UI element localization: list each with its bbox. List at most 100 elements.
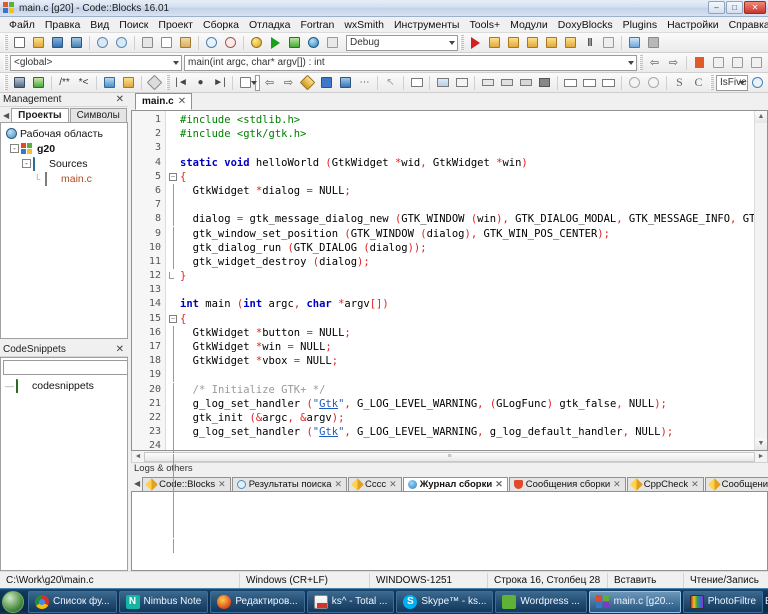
close-icon[interactable]: ✕ <box>389 479 397 490</box>
toggle-bookmark-icon[interactable] <box>691 54 708 71</box>
scroll-up-icon[interactable]: ▲ <box>755 111 767 123</box>
debug-step-out-icon[interactable] <box>543 34 560 51</box>
menu-file[interactable]: Файл <box>4 18 40 32</box>
expander-icon[interactable]: - <box>10 144 19 153</box>
taskbar-item-wordpress[interactable]: Wordpress ... <box>495 590 587 613</box>
build-target-combo[interactable]: Debug <box>346 34 458 51</box>
debug-step-into-icon[interactable] <box>524 34 541 51</box>
maximize-button[interactable]: □ <box>726 1 743 14</box>
close-icon[interactable]: ✕ <box>335 479 343 490</box>
wx-dialog-icon[interactable] <box>434 74 451 91</box>
fold-marker[interactable]: − <box>166 170 180 184</box>
tab-symbols[interactable]: Символы <box>69 108 127 122</box>
scroll-down-icon[interactable]: ▼ <box>755 438 767 450</box>
menu-doxyblocks[interactable]: DoxyBlocks <box>553 18 618 32</box>
save-all-icon[interactable] <box>68 34 85 51</box>
log-tab-prev-icon[interactable]: ◀ <box>133 479 142 491</box>
close-icon[interactable]: ✕ <box>116 94 124 105</box>
cut-icon[interactable] <box>139 34 156 51</box>
back-arrow-icon[interactable]: ⇦ <box>261 74 278 91</box>
tree-item-mainc[interactable]: └ main.c <box>4 171 127 186</box>
various-info-icon[interactable] <box>645 34 662 51</box>
close-icon[interactable]: ✕ <box>691 479 699 490</box>
minimize-button[interactable]: – <box>708 1 725 14</box>
save-icon[interactable] <box>49 34 66 51</box>
highlight-icon[interactable] <box>299 74 316 91</box>
logs-output-area[interactable] <box>131 492 768 571</box>
new-file-icon[interactable] <box>11 34 28 51</box>
editor-horizontal-scrollbar[interactable]: ◄ ≡ ► <box>131 451 768 463</box>
copy-icon[interactable] <box>158 34 175 51</box>
tree-item-workspace[interactable]: Рабочая область <box>4 126 127 141</box>
toolbar-grip[interactable] <box>4 35 8 50</box>
menu-toolsplus[interactable]: Tools+ <box>464 18 505 32</box>
next-bookmark-icon[interactable] <box>729 54 746 71</box>
taskbar-item-nimbus[interactable]: N Nimbus Note <box>118 590 209 613</box>
menu-plugins-ru[interactable]: Модули <box>505 18 553 32</box>
paste-icon[interactable] <box>177 34 194 51</box>
close-icon[interactable]: ✕ <box>116 344 124 355</box>
debug-stop-icon[interactable] <box>600 34 617 51</box>
goto-combo[interactable] <box>251 74 260 91</box>
code-text-area[interactable]: #include <stdlib.h> #include <gtk/gtk.h> … <box>180 111 754 450</box>
scope-combo[interactable]: <global> <box>10 54 182 71</box>
scroll-left-icon[interactable]: ◄ <box>132 453 144 460</box>
doxy-extract-icon[interactable] <box>101 74 118 91</box>
more-options-icon[interactable]: ⋯ <box>356 74 373 91</box>
toolbar-grip-scope[interactable] <box>4 55 8 70</box>
tab-projects[interactable]: Проекты <box>11 108 69 122</box>
menu-build[interactable]: Сборка <box>198 18 244 32</box>
menu-plugins[interactable]: Plugins <box>618 18 662 32</box>
hscroll-thumb[interactable]: ≡ <box>144 451 755 462</box>
doxy-settings-icon[interactable] <box>146 74 163 91</box>
menu-project[interactable]: Проект <box>153 18 198 32</box>
expander-icon[interactable]: - <box>22 159 31 168</box>
rebuild-icon[interactable] <box>305 34 322 51</box>
zoom-in-icon[interactable] <box>626 74 643 91</box>
taskbar-item-photofiltre[interactable]: PhotoFiltre <box>682 590 764 613</box>
debug-next-line-icon[interactable] <box>505 34 522 51</box>
zoom-out-icon[interactable] <box>645 74 662 91</box>
fold-marker[interactable]: − <box>166 312 180 326</box>
toolbar-grip-debugnav[interactable] <box>166 75 170 90</box>
doxy-config-icon[interactable] <box>120 74 137 91</box>
add-marker-icon[interactable] <box>318 74 335 91</box>
tree-item-sources[interactable]: - Sources <box>4 156 127 171</box>
wx-vsizer-icon[interactable] <box>498 74 515 91</box>
wx-panel-icon[interactable] <box>408 74 425 91</box>
goto-mark-icon[interactable]: ● <box>192 74 209 91</box>
close-icon[interactable]: ✕ <box>178 96 186 107</box>
toolbar-grip-symsearch[interactable] <box>710 75 714 90</box>
binoculars-icon[interactable] <box>337 74 354 91</box>
wx-hsizer-icon[interactable] <box>479 74 496 91</box>
menu-fortran[interactable]: Fortran <box>295 18 339 32</box>
debug-break-icon[interactable]: ‖ <box>581 34 598 51</box>
run-icon[interactable] <box>267 34 284 51</box>
symbol-find-icon[interactable] <box>749 74 766 91</box>
forward-arrow-icon[interactable]: ⇨ <box>280 74 297 91</box>
cscope-symbol-icon[interactable]: S <box>671 74 688 91</box>
build-and-run-icon[interactable] <box>286 34 303 51</box>
menu-tools[interactable]: Инструменты <box>389 18 464 32</box>
clear-bookmarks-icon[interactable] <box>748 54 765 71</box>
tree-item-project[interactable]: - g20 <box>4 141 127 156</box>
find-icon[interactable] <box>203 34 220 51</box>
scroll-right-icon[interactable]: ► <box>755 453 767 460</box>
doxy-run-icon[interactable] <box>11 74 28 91</box>
goto-first-icon[interactable]: |◄ <box>173 74 190 91</box>
undo-icon[interactable] <box>94 34 111 51</box>
toolbar-grip-nav[interactable] <box>639 55 643 70</box>
toolbar-grip-doxy[interactable] <box>4 75 8 90</box>
prev-bookmark-icon[interactable] <box>710 54 727 71</box>
menu-wxsmith[interactable]: wxSmith <box>339 18 389 32</box>
menu-view[interactable]: Вид <box>85 18 114 32</box>
project-tree[interactable]: Рабочая область - g20 - Sources └ main.c <box>0 123 128 339</box>
replace-icon[interactable] <box>222 34 239 51</box>
taskbar-item-firefox[interactable]: Редактиров... <box>210 590 305 613</box>
log-tab[interactable]: Сообщения сборки ✕ <box>508 477 626 491</box>
close-icon[interactable]: ✕ <box>218 479 226 490</box>
start-button[interactable] <box>2 590 24 613</box>
taskbar-item-skype[interactable]: S Skype™ - ks... <box>396 590 494 613</box>
toolbar-grip-debug[interactable] <box>460 35 464 50</box>
wx-stretch-icon[interactable] <box>581 74 598 91</box>
